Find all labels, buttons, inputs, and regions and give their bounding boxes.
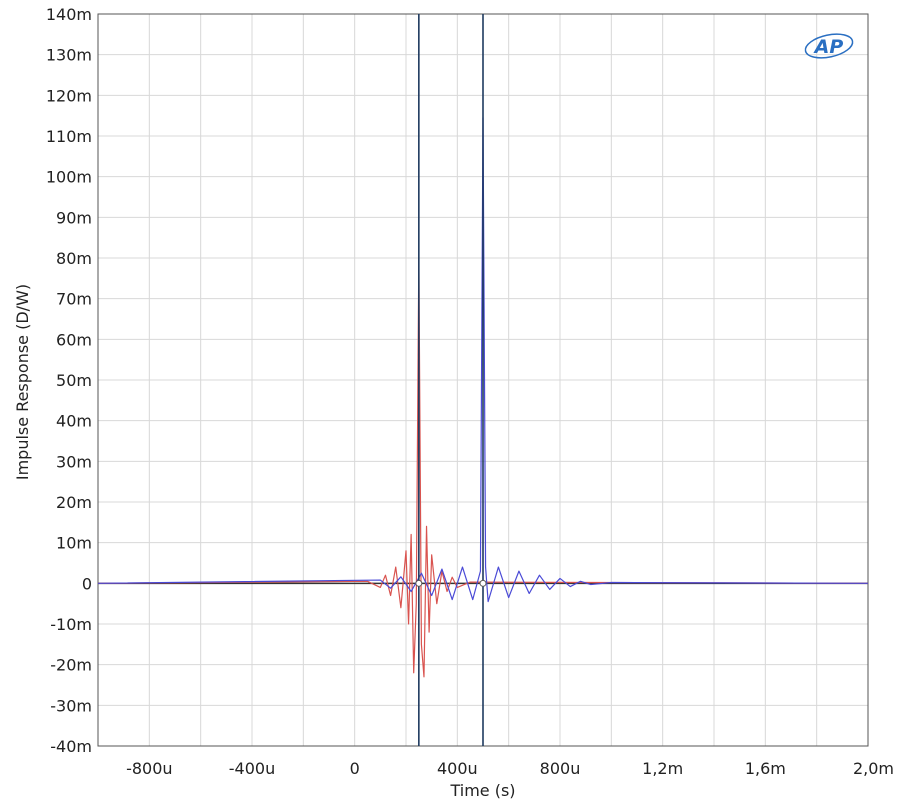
y-tick-label: 120m [46, 86, 92, 105]
y-tick-label: 40m [56, 412, 92, 431]
y-tick-label: 90m [56, 208, 92, 227]
x-tick-label: 800u [540, 759, 581, 778]
x-tick-label: 1,2m [642, 759, 683, 778]
y-tick-label: 0 [82, 574, 92, 593]
y-tick-label: 20m [56, 493, 92, 512]
x-tick-labels: -800u -400u 0 400u 800u 1,2m 1,6m 2,0m [126, 759, 894, 778]
x-tick-label: 2,0m [853, 759, 894, 778]
y-tick-label: 140m [46, 5, 92, 24]
y-tick-labels: 140m 130m 120m 110m 100m 90m 80m 70m 60m 50m 40m 30… [46, 5, 92, 756]
impulse-response-chart: 140m 130m 120m 110m 100m 90m 80m 70m 60m 50m 40m 30… [13, 5, 894, 800]
y-axis-label: Impulse Response (D/W) [13, 284, 32, 480]
cursor-2-marker[interactable] [479, 579, 487, 587]
y-tick-label: 100m [46, 168, 92, 187]
y-tick-label: 50m [56, 371, 92, 390]
x-tick-label: 400u [437, 759, 478, 778]
y-tick-label: 130m [46, 46, 92, 65]
y-tick-label: 110m [46, 127, 92, 146]
cursor-1-marker[interactable] [415, 579, 423, 587]
x-tick-label: 1,6m [745, 759, 786, 778]
x-tick-label: -800u [126, 759, 172, 778]
y-tick-label: 80m [56, 249, 92, 268]
ap-logo: AP [804, 33, 854, 59]
x-axis-label: Time (s) [449, 781, 515, 800]
ap-logo-text: AP [813, 36, 844, 58]
x-tick-label: -400u [229, 759, 275, 778]
x-tick-label: 0 [350, 759, 360, 778]
y-tick-label: -40m [50, 737, 92, 756]
y-tick-label: -20m [50, 656, 92, 675]
y-tick-label: 70m [56, 290, 92, 309]
y-tick-label: -30m [50, 696, 92, 715]
y-tick-label: 30m [56, 452, 92, 471]
y-tick-label: 10m [56, 534, 92, 553]
y-tick-label: 60m [56, 330, 92, 349]
y-tick-label: -10m [50, 615, 92, 634]
